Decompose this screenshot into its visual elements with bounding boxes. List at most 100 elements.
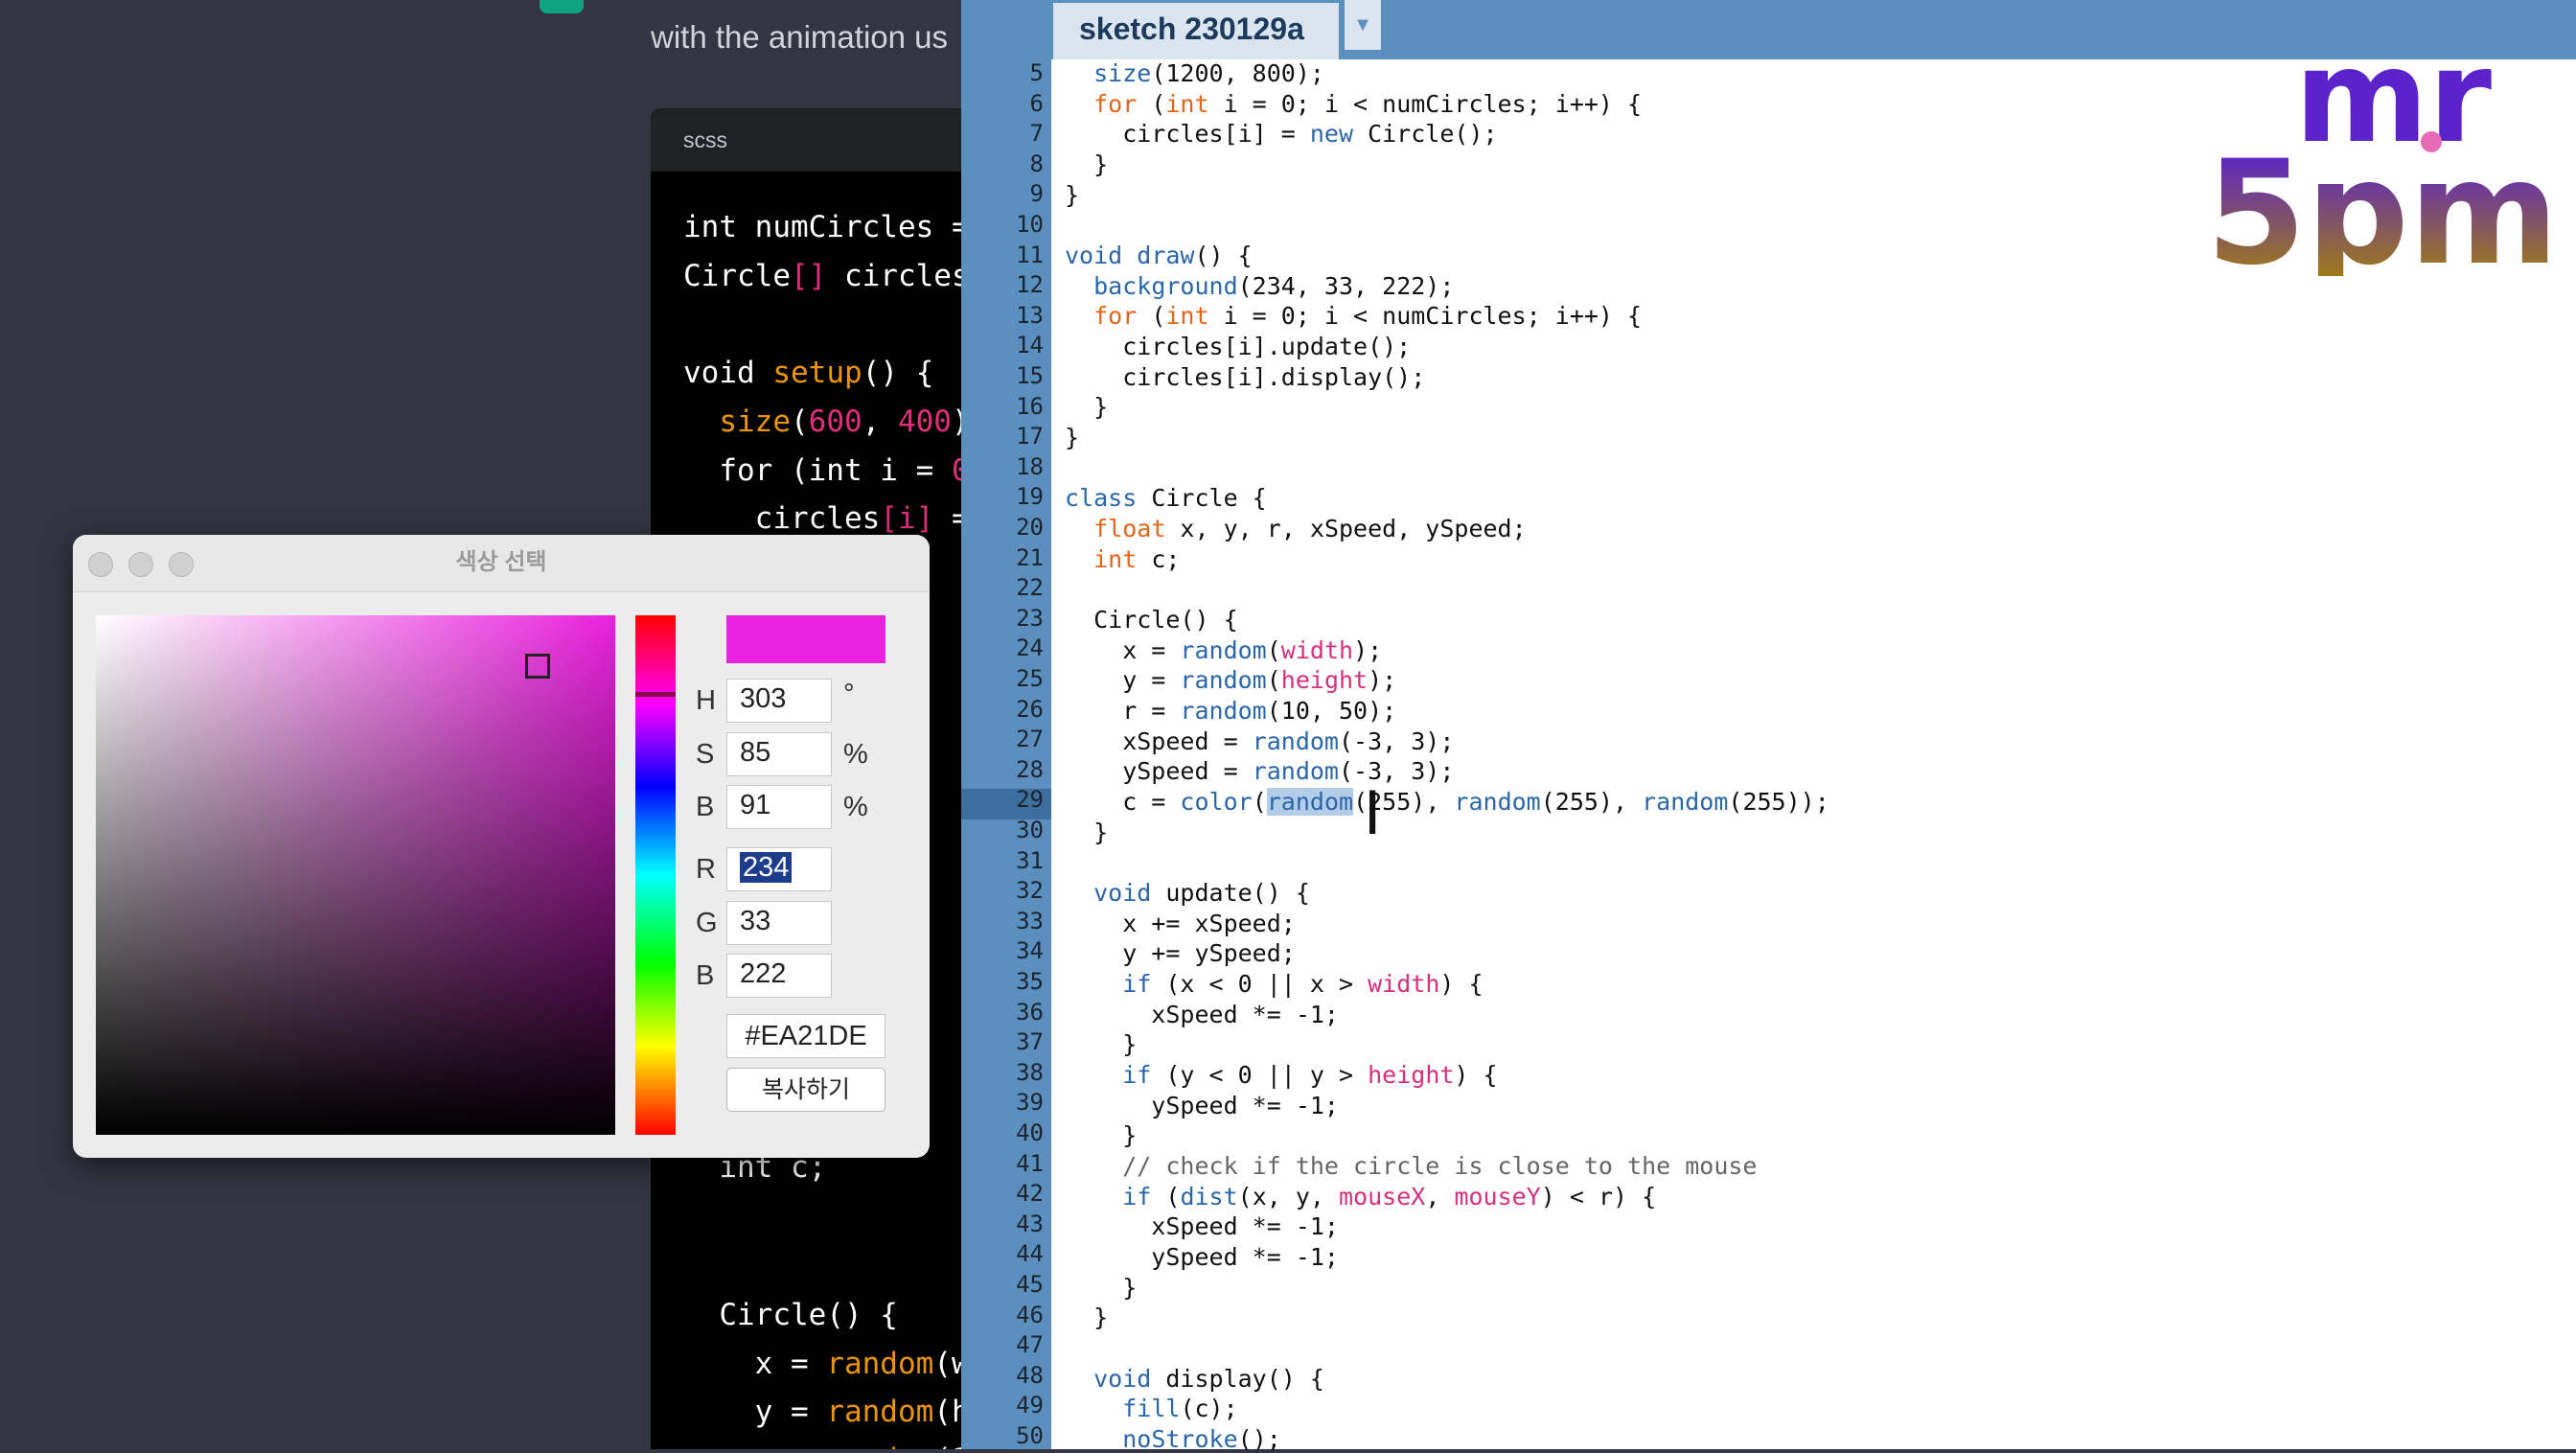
code-line[interactable]: } (1065, 150, 1108, 178)
line-number: 12 (1016, 271, 1044, 299)
line-number: 46 (1016, 1301, 1044, 1328)
color-picker-dialog: 색상 선택 H 303 ° S 85 % B 91 % R 234 G 33 B… (73, 535, 930, 1158)
text-cursor-icon: I (1364, 778, 1382, 848)
brightness-input[interactable]: 91 (726, 785, 832, 829)
line-number: 48 (1016, 1361, 1044, 1389)
line-number: 18 (1016, 452, 1044, 480)
line-number: 40 (1016, 1119, 1044, 1146)
line-number: 49 (1016, 1392, 1044, 1419)
code-line[interactable]: Circle() { (1065, 606, 1238, 634)
line-number: 43 (1016, 1210, 1044, 1237)
blue-input[interactable]: 222 (726, 954, 832, 998)
code-line[interactable]: ySpeed = random(-3, 3); (1065, 757, 1454, 785)
code-line[interactable]: xSpeed *= -1; (1065, 1001, 1339, 1028)
tab-sketch[interactable]: sketch 230129a (1053, 0, 1339, 59)
zoom-button[interactable] (169, 552, 194, 577)
close-button[interactable] (88, 552, 113, 577)
code-line[interactable]: x = random(width); (1065, 636, 1382, 664)
hex-input[interactable]: #EA21DE (726, 1014, 886, 1058)
code-line[interactable]: circles[i].display(); (1065, 363, 1425, 391)
percent-unit: % (843, 739, 868, 770)
code-line[interactable]: } (1065, 1274, 1137, 1302)
line-number: 16 (1016, 392, 1044, 420)
line-number: 29 (1016, 786, 1044, 814)
code-line[interactable]: y += ySpeed; (1065, 939, 1296, 967)
code-line[interactable]: size(1200, 800); (1065, 59, 1324, 87)
line-number: 20 (1016, 514, 1044, 541)
code-line: Circle() { (683, 1298, 898, 1332)
code-line[interactable]: } (1065, 393, 1108, 421)
minimize-button[interactable] (128, 552, 153, 577)
g-label: G (696, 908, 718, 938)
code-line[interactable]: } (1065, 819, 1108, 846)
code-line[interactable]: if (dist(x, y, mouseX, mouseY) < r) { (1065, 1183, 1656, 1211)
line-number: 9 (1029, 180, 1044, 208)
code-line: r = random(1 (683, 1442, 961, 1449)
line-number: 11 (1016, 241, 1044, 268)
line-number: 30 (1016, 817, 1044, 843)
code-line[interactable]: r = random(10, 50); (1065, 697, 1396, 725)
code-line[interactable]: void draw() { (1065, 242, 1253, 269)
code-line[interactable]: } (1065, 1121, 1137, 1149)
line-number: 47 (1016, 1331, 1044, 1359)
r-label: R (696, 854, 716, 885)
line-number: 14 (1016, 332, 1044, 359)
code-line[interactable]: ySpeed *= -1; (1065, 1092, 1339, 1119)
code-line: for (int i = 0 (683, 453, 961, 488)
hue-slider-handle[interactable] (635, 692, 676, 697)
chat-message-text: with the animation us (651, 19, 949, 55)
code-block-language: scss (651, 108, 961, 172)
code-line[interactable]: float x, y, r, xSpeed, ySpeed; (1065, 515, 1527, 542)
code-line[interactable]: y = random(height); (1065, 666, 1396, 694)
line-number: 21 (1016, 543, 1044, 571)
code-line[interactable]: for (int i = 0; i < numCircles; i++) { (1065, 302, 1642, 330)
line-number: 7 (1029, 120, 1044, 148)
tab-menu-arrow-icon[interactable]: ▼ (1345, 0, 1381, 50)
code-line[interactable]: void update() { (1065, 879, 1310, 907)
saturation-input[interactable]: 85 (726, 732, 832, 776)
code-line[interactable]: } (1065, 1030, 1137, 1058)
line-number: 25 (1016, 665, 1044, 692)
code-line: size(600, 400) (719, 404, 961, 439)
code-line[interactable]: xSpeed *= -1; (1065, 1212, 1339, 1240)
saturation-brightness-field[interactable] (96, 615, 615, 1135)
green-input[interactable]: 33 (726, 901, 832, 945)
code-line[interactable]: ySpeed *= -1; (1065, 1243, 1339, 1271)
color-selector-handle[interactable] (525, 654, 550, 679)
code-line[interactable]: } (1065, 1303, 1108, 1331)
code-line[interactable]: circles[i] = new Circle(); (1065, 120, 1497, 148)
line-number: 26 (1016, 695, 1044, 723)
code-line[interactable]: background(234, 33, 222); (1065, 272, 1454, 300)
red-input[interactable]: 234 (726, 847, 832, 891)
code-line[interactable]: int c; (1065, 545, 1180, 573)
line-number: 45 (1016, 1271, 1044, 1298)
copy-button[interactable]: 복사하기 (726, 1068, 886, 1112)
h-label: H (696, 685, 716, 716)
line-number: 35 (1016, 968, 1044, 995)
code-line[interactable]: void display() { (1065, 1365, 1324, 1393)
line-number: 41 (1016, 1149, 1044, 1177)
line-number: 50 (1016, 1422, 1044, 1449)
line-number: 34 (1016, 937, 1044, 965)
code-line[interactable]: class Circle { (1065, 484, 1267, 512)
code-line[interactable]: fill(c); (1065, 1395, 1237, 1422)
code-line[interactable]: } (1065, 424, 1079, 451)
line-number: 31 (1016, 846, 1044, 874)
code-line[interactable]: if (y < 0 || y > height) { (1065, 1061, 1497, 1089)
line-number: 27 (1016, 726, 1044, 753)
line-number: 28 (1016, 755, 1044, 783)
code-line[interactable]: circles[i].update(); (1065, 333, 1411, 360)
line-number: 17 (1016, 423, 1044, 450)
hue-input[interactable]: 303 (726, 679, 832, 723)
mr5pm-logo: mr 5pm (2206, 33, 2559, 286)
code-line[interactable]: } (1065, 181, 1079, 209)
line-number: 44 (1016, 1240, 1044, 1268)
code-line[interactable]: x += xSpeed; (1065, 910, 1296, 937)
code-line[interactable]: for (int i = 0; i < numCircles; i++) { (1065, 90, 1642, 118)
line-number: 32 (1016, 877, 1044, 905)
code-line[interactable]: c = color(random(255), random(255), rand… (1065, 788, 1829, 816)
code-line[interactable]: if (x < 0 || x > width) { (1065, 970, 1483, 998)
code-line[interactable]: // check if the circle is close to the m… (1065, 1152, 1757, 1180)
line-number: 10 (1016, 211, 1044, 238)
code-line[interactable]: xSpeed = random(-3, 3); (1065, 727, 1454, 755)
